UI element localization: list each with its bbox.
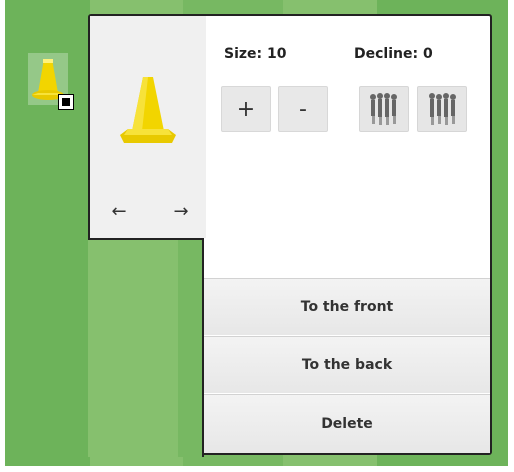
preview-panel: ← → [90, 16, 206, 238]
cone-icon [120, 77, 176, 143]
decline-label: Decline: 0 [354, 46, 433, 62]
cone-preview [120, 73, 176, 153]
size-label: Size: 10 [224, 46, 287, 62]
players-wall-icon [370, 93, 397, 125]
decline-right-button[interactable] [417, 86, 467, 132]
bring-to-front-button[interactable]: To the front [204, 278, 490, 335]
resize-handle[interactable] [58, 94, 74, 110]
send-to-back-button[interactable]: To the back [204, 336, 490, 393]
size-increase-button[interactable]: + [221, 86, 271, 132]
size-decrease-button[interactable]: - [278, 86, 328, 132]
players-wall-icon [429, 93, 456, 125]
rotate-right-button[interactable]: → [166, 202, 196, 222]
decline-left-button[interactable] [359, 86, 409, 132]
rotate-left-button[interactable]: ← [104, 202, 134, 222]
notch-spacer [88, 224, 204, 457]
delete-button[interactable]: Delete [204, 394, 490, 453]
